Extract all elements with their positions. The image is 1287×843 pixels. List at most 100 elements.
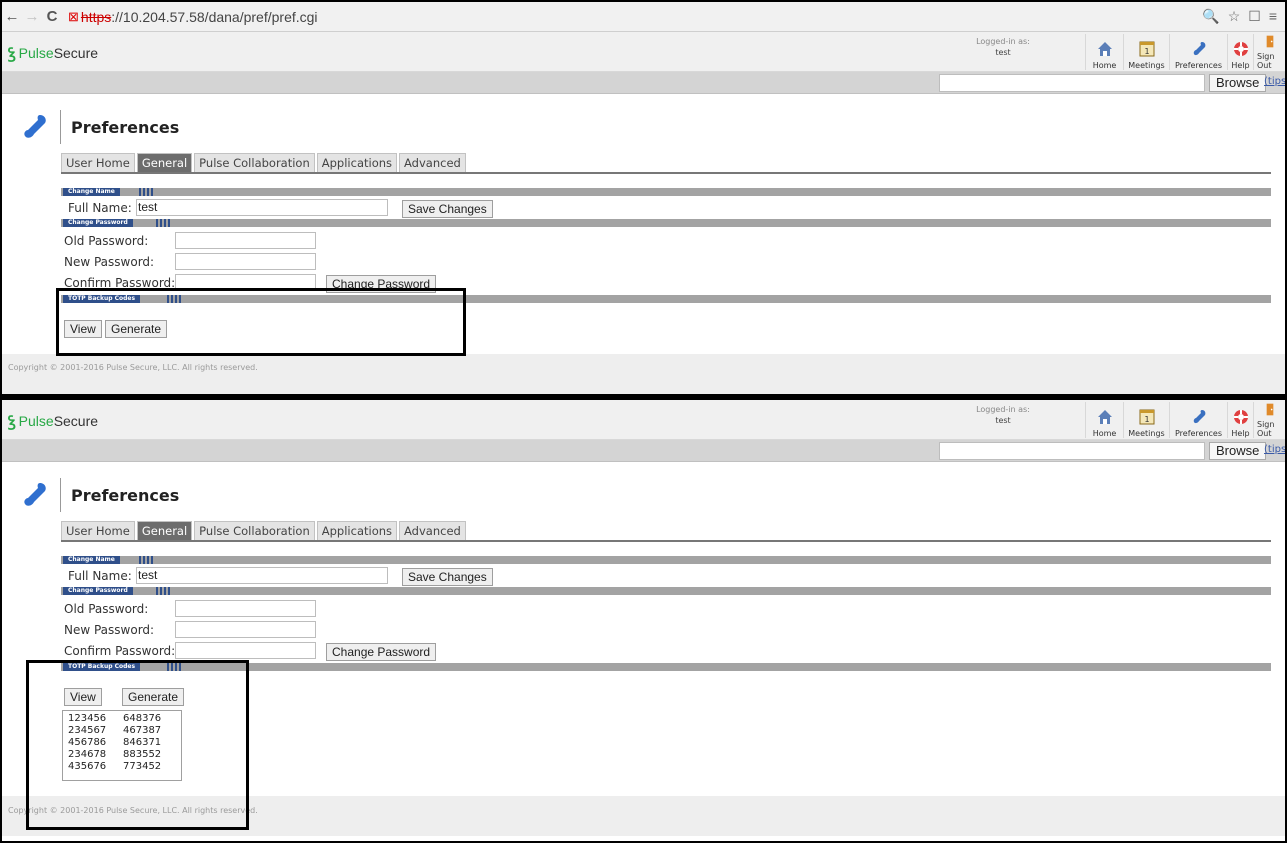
calendar-icon: 1 <box>1139 41 1154 57</box>
header-nav: Home 1 Meetings Preferences Help Sign Ou… <box>1085 402 1285 438</box>
back-icon[interactable]: ← <box>2 8 22 25</box>
wrench-icon <box>24 483 46 506</box>
lifebuoy-icon <box>1233 410 1248 424</box>
change-password-section-label: Change Password <box>63 219 133 227</box>
tab-rule <box>61 172 1271 174</box>
footer: Copyright © 2001-2016 Pulse Secure, LLC.… <box>2 354 1285 394</box>
browse-search-input[interactable] <box>939 74 1205 92</box>
tab-user-home[interactable]: User Home <box>61 521 135 541</box>
tab-applications[interactable]: Applications <box>316 521 398 541</box>
sign-out-label: Sign Out <box>1257 420 1275 438</box>
search-row: Browse (tips <box>2 440 1285 462</box>
change-password-section-label: Change Password <box>63 587 133 595</box>
copyright-text: Copyright © 2001-2016 Pulse Secure, LLC.… <box>8 363 258 372</box>
help-button[interactable]: Help <box>1227 402 1253 438</box>
logo-pulse-text: Pulse <box>18 45 54 61</box>
home-button[interactable]: Home <box>1085 402 1123 438</box>
pulse-logo-icon: ꝣ <box>8 413 16 430</box>
logged-in-label: Logged-in as: <box>976 37 1030 46</box>
meetings-button[interactable]: 1 Meetings <box>1123 402 1169 438</box>
old-password-input[interactable] <box>175 232 316 249</box>
section-ticks <box>156 587 170 595</box>
door-icon <box>1266 403 1273 416</box>
save-changes-button[interactable]: Save Changes <box>402 568 493 586</box>
wrench-icon <box>1193 42 1205 56</box>
section-ticks <box>139 188 153 196</box>
logged-in-user: test <box>995 48 1011 57</box>
tips-link[interactable]: (tips <box>1264 76 1285 87</box>
door-icon <box>1266 35 1273 48</box>
pulse-secure-logo[interactable]: ꝣ Pulse Secure <box>8 411 98 431</box>
search-row: Browse (tips <box>2 72 1285 94</box>
tab-applications[interactable]: Applications <box>316 153 398 173</box>
zoom-icon[interactable]: 🔍 <box>1202 8 1219 25</box>
pulse-secure-logo[interactable]: ꝣ Pulse Secure <box>8 43 98 63</box>
tab-rule <box>61 540 1271 542</box>
full-name-label: Full Name: <box>68 201 132 215</box>
window-icon[interactable]: ☐ <box>1248 8 1261 25</box>
star-icon[interactable]: ☆ <box>1228 8 1241 25</box>
page-title-row: Preferences <box>22 478 179 512</box>
title-divider <box>60 110 61 144</box>
tab-pulse-collaboration[interactable]: Pulse Collaboration <box>194 153 315 173</box>
lifebuoy-icon <box>1233 42 1248 56</box>
tab-general[interactable]: General <box>136 153 193 173</box>
old-password-input[interactable] <box>175 600 316 617</box>
meetings-label: Meetings <box>1128 61 1165 70</box>
change-name-section-label: Change Name <box>63 188 120 196</box>
insecure-lock-icon: ⊠ <box>68 8 79 24</box>
tips-link[interactable]: (tips <box>1264 444 1285 455</box>
browser-toolbar: ← → C ⊠ https://10.204.57.58/dana/pref/p… <box>2 2 1285 32</box>
app-header: ꝣ Pulse Secure Logged-in as: test Home 1 … <box>2 32 1285 72</box>
meetings-button[interactable]: 1 Meetings <box>1123 34 1169 70</box>
reload-icon[interactable]: C <box>42 8 62 25</box>
save-changes-button[interactable]: Save Changes <box>402 200 493 218</box>
pulse-logo-icon: ꝣ <box>8 45 16 62</box>
browse-button[interactable]: Browse <box>1209 74 1267 92</box>
change-password-button[interactable]: Change Password <box>326 643 437 661</box>
highlight-box <box>56 288 466 356</box>
tab-advanced[interactable]: Advanced <box>399 153 466 173</box>
new-password-label: New Password: <box>64 255 155 269</box>
url-path: ://10.204.57.58/dana/pref/pref.cgi <box>111 8 318 25</box>
tab-general[interactable]: General <box>136 521 193 541</box>
url-bar[interactable]: https://10.204.57.58/dana/pref/pref.cgi <box>81 9 318 25</box>
sign-out-button[interactable]: Sign Out <box>1253 402 1285 438</box>
new-password-input[interactable] <box>175 253 316 270</box>
highlight-box <box>26 660 249 830</box>
new-password-input[interactable] <box>175 621 316 638</box>
page-title-row: Preferences <box>22 110 179 144</box>
change-password-section-bar: Change Password <box>61 587 1271 595</box>
help-button[interactable]: Help <box>1227 34 1253 70</box>
screenshot-after: ꝣ Pulse Secure Logged-in as: test Home 1 … <box>0 397 1287 843</box>
full-name-input[interactable]: test <box>136 199 388 216</box>
tab-user-home[interactable]: User Home <box>61 153 135 173</box>
tab-advanced[interactable]: Advanced <box>399 521 466 541</box>
logo-pulse-text: Pulse <box>18 413 54 429</box>
help-label: Help <box>1231 429 1250 438</box>
full-name-input[interactable]: test <box>136 567 388 584</box>
confirm-password-label: Confirm Password: <box>64 644 176 658</box>
preferences-button[interactable]: Preferences <box>1169 402 1227 438</box>
wrench-icon <box>24 115 46 138</box>
calendar-icon: 1 <box>1139 409 1154 425</box>
browse-button[interactable]: Browse <box>1209 442 1267 460</box>
preferences-button[interactable]: Preferences <box>1169 34 1227 70</box>
logged-in-label: Logged-in as: <box>976 405 1030 414</box>
svg-text:1: 1 <box>1144 47 1149 56</box>
change-name-section-bar: Change Name <box>61 556 1271 564</box>
old-password-label: Old Password: <box>64 234 149 248</box>
section-ticks <box>139 556 153 564</box>
change-name-section-label: Change Name <box>63 556 120 564</box>
page-title: Preferences <box>71 117 180 137</box>
change-password-section-bar: Change Password <box>61 219 1271 227</box>
sign-out-button[interactable]: Sign Out <box>1253 34 1285 70</box>
menu-icon[interactable]: ≡ <box>1269 8 1277 25</box>
confirm-password-input[interactable] <box>175 642 316 659</box>
change-name-section-bar: Change Name <box>61 188 1271 196</box>
tab-bar: User Home General Pulse Collaboration Ap… <box>61 521 468 541</box>
browse-search-input[interactable] <box>939 442 1205 460</box>
tab-pulse-collaboration[interactable]: Pulse Collaboration <box>194 521 315 541</box>
forward-icon[interactable]: → <box>22 8 42 25</box>
home-button[interactable]: Home <box>1085 34 1123 70</box>
